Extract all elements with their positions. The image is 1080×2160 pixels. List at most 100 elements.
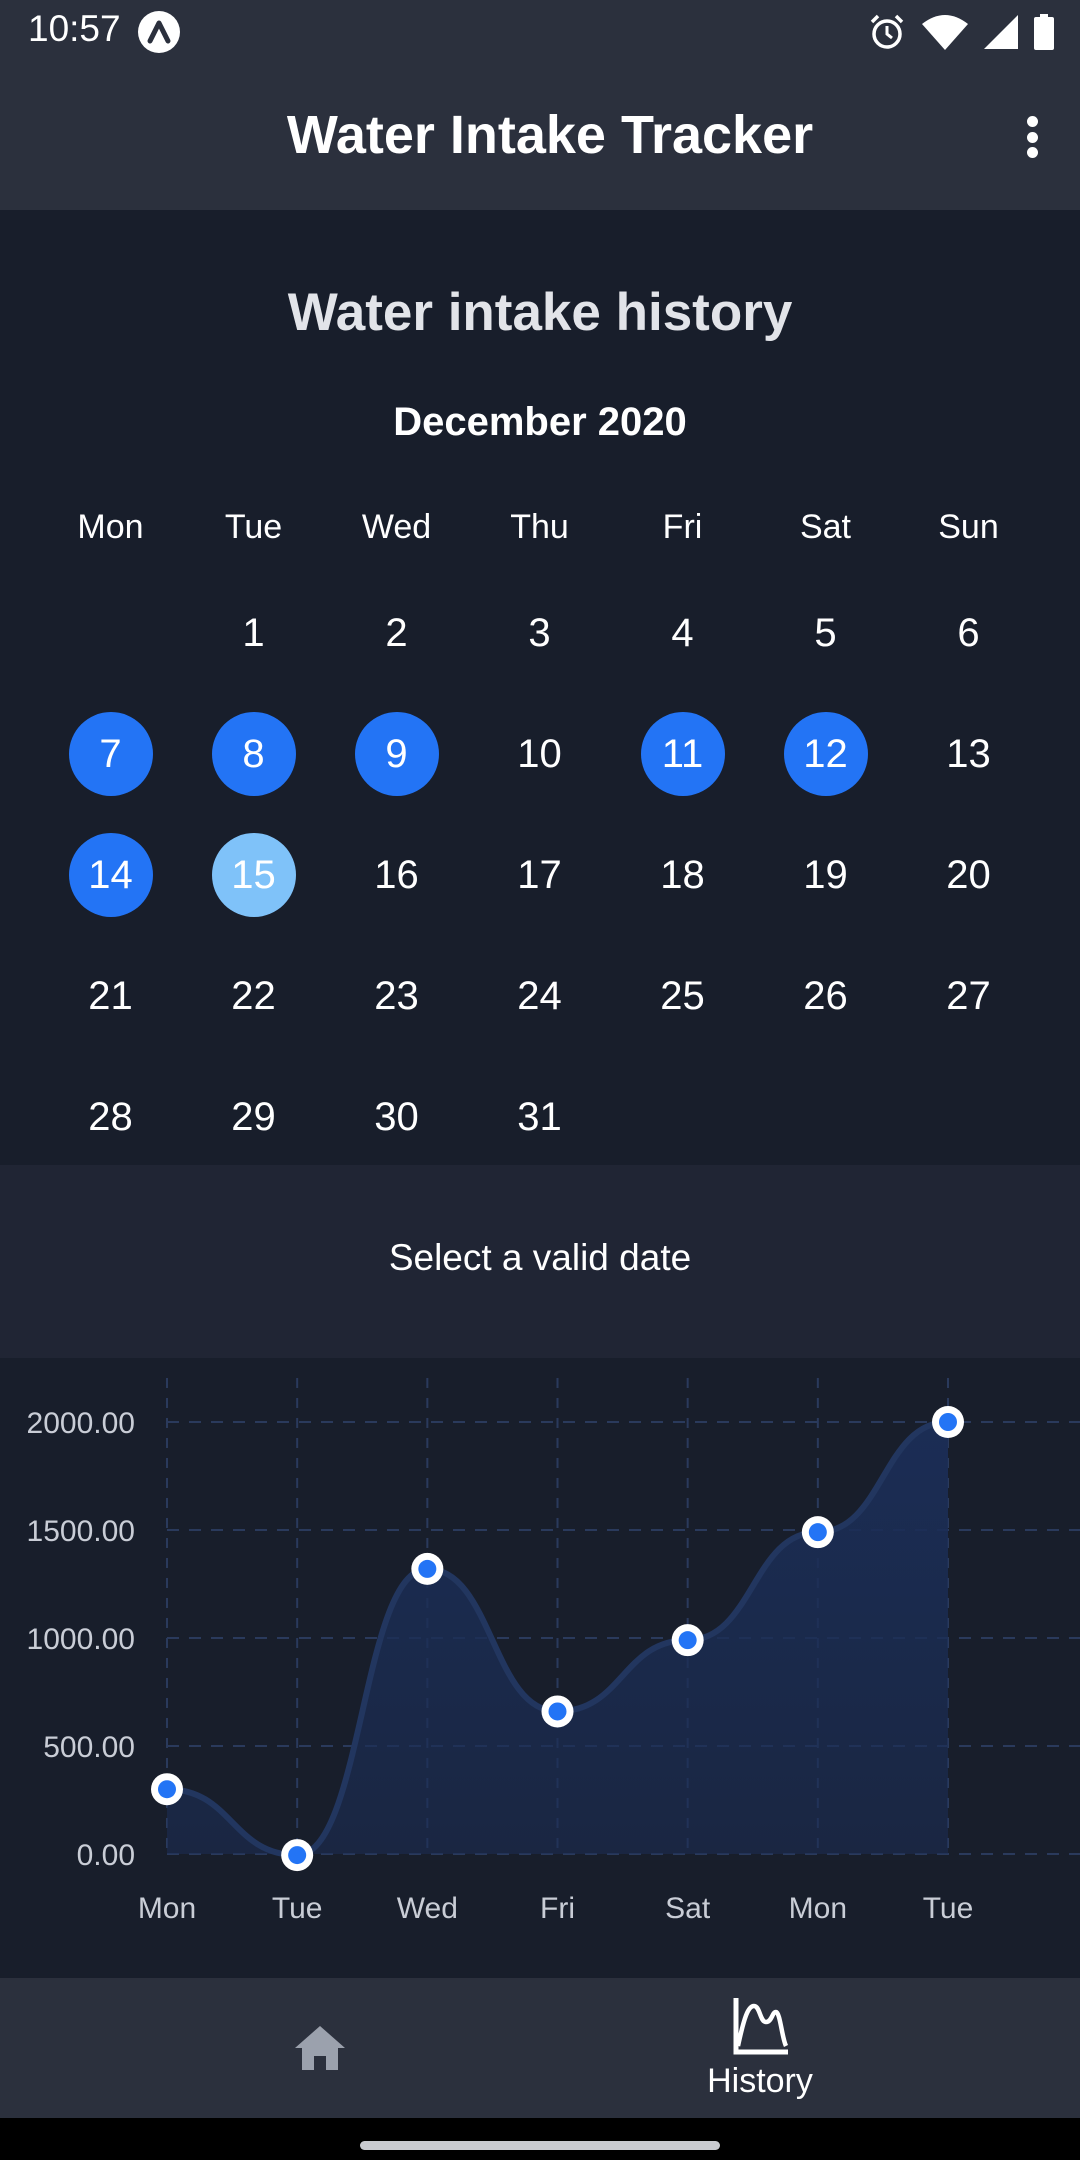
more-vert-icon[interactable]	[1014, 112, 1050, 162]
status-icons	[868, 12, 1054, 52]
calendar-day-number: 23	[374, 973, 419, 1018]
calendar-day[interactable]: 23	[325, 954, 468, 1038]
chart-x-tick-label: Sat	[665, 1892, 711, 1925]
calendar-day-number: 28	[88, 1094, 133, 1139]
calendar-day[interactable]: 27	[897, 954, 1040, 1038]
calendar-day[interactable]: 14	[39, 833, 182, 917]
calendar-day[interactable]: 10	[468, 712, 611, 796]
calendar-day[interactable]: 6	[897, 591, 1040, 675]
weekday-label: Tue	[224, 508, 283, 546]
chart-point	[808, 1523, 827, 1542]
weekday-label: Sat	[799, 508, 852, 546]
chart-point	[418, 1559, 437, 1578]
nav-home-button[interactable]	[270, 1978, 370, 2118]
calendar-day[interactable]: 17	[468, 833, 611, 917]
chart-x-tick-label: Mon	[138, 1892, 196, 1925]
nav-history-button[interactable]: History	[660, 1978, 860, 2118]
calendar-day-number: 4	[671, 610, 694, 655]
calendar-day[interactable]: 8	[182, 712, 325, 796]
weekday-label: Wed	[361, 508, 432, 546]
calendar-day[interactable]: 5	[754, 591, 897, 675]
calendar-day[interactable]: 22	[182, 954, 325, 1038]
calendar-day[interactable]: 24	[468, 954, 611, 1038]
calendar-day[interactable]: 28	[39, 1075, 182, 1159]
calendar-day[interactable]: 16	[325, 833, 468, 917]
calendar-day[interactable]: 11	[611, 712, 754, 796]
calendar-day-number: 29	[231, 1094, 276, 1139]
history-heading: Water intake history	[287, 283, 793, 342]
calendar-empty-cell	[39, 591, 182, 675]
calendar-day[interactable]: 12	[754, 712, 897, 796]
calendar-day[interactable]: 4	[611, 591, 754, 675]
calendar-day-number: 25	[660, 973, 705, 1018]
calendar-day-number: 10	[517, 731, 562, 776]
chart-y-tick-label: 2000.00	[27, 1407, 135, 1440]
calendar-day[interactable]: 19	[754, 833, 897, 917]
calendar-day-number: 13	[946, 731, 991, 776]
calendar-day-number: 16	[374, 852, 419, 897]
calendar-day-number: 31	[517, 1094, 562, 1139]
chart-y-tick-label: 1500.00	[27, 1515, 135, 1548]
chart-point	[939, 1413, 957, 1431]
calendar-day-number: 20	[946, 852, 991, 897]
calendar-day-number: 1	[242, 610, 265, 655]
calendar-day[interactable]: 1	[182, 591, 325, 675]
chart-y-tick-label: 0.00	[77, 1839, 135, 1872]
calendar-day[interactable]: 20	[897, 833, 1040, 917]
chart-point	[548, 1702, 567, 1721]
calendar-day[interactable]: 2	[325, 591, 468, 675]
bottom-nav: History	[0, 1978, 1080, 2118]
battery-icon	[1034, 14, 1054, 50]
calendar-day-number: 26	[803, 973, 848, 1018]
alarm-icon	[870, 14, 904, 49]
intake-chart: 0.00 500.00 1000.00 1500.00 2000.00 Mon Tue Wed…	[0, 1358, 1080, 1978]
weekday-label: Thu	[510, 508, 569, 546]
system-nav-bar	[0, 2118, 1080, 2160]
message-band: Select a valid date	[0, 1165, 1080, 1358]
chart-y-tick-label: 500.00	[43, 1731, 135, 1764]
home-icon	[295, 2026, 345, 2070]
home-gesture-handle[interactable]	[360, 2141, 720, 2150]
chart-icon	[733, 1998, 789, 2055]
chart-point	[288, 1846, 307, 1865]
chart-x-tick-label: Wed	[397, 1892, 458, 1925]
calendar-day-number: 22	[231, 973, 276, 1018]
calendar-day[interactable]: 7	[39, 712, 182, 796]
wifi-icon	[922, 15, 968, 50]
calendar-day-number: 19	[803, 852, 848, 897]
calendar-day[interactable]: 3	[468, 591, 611, 675]
nav-history-label: History	[707, 2062, 813, 2100]
weekday-label: Sun	[938, 508, 999, 546]
chart-y-tick-label: 1000.00	[27, 1623, 135, 1656]
weekday-label: Fri	[662, 508, 703, 546]
status-bar: 10:57	[0, 0, 1080, 62]
calendar-day-number: 30	[374, 1094, 419, 1139]
calendar-day-number: 6	[957, 610, 980, 655]
calendar-day[interactable]: 9	[325, 712, 468, 796]
app-title: Water Intake Tracker	[286, 105, 814, 165]
calendar-day-number: 3	[528, 610, 551, 655]
calendar-day[interactable]: 18	[611, 833, 754, 917]
calendar-day-number: 18	[660, 852, 705, 897]
calendar-day[interactable]: 31	[468, 1075, 611, 1159]
calendar-day[interactable]: 15	[182, 833, 325, 917]
calendar-day-number: 17	[517, 852, 562, 897]
calendar-day-number: 27	[946, 973, 991, 1018]
calendar-day[interactable]: 26	[754, 954, 897, 1038]
chart-x-tick-label: Fri	[540, 1892, 575, 1925]
calendar-day-number: 11	[640, 712, 725, 796]
calendar-day-number: 21	[88, 973, 133, 1018]
calendar-day[interactable]: 30	[325, 1075, 468, 1159]
calendar-day[interactable]: 25	[611, 954, 754, 1038]
calendar-day-number: 9	[354, 712, 439, 796]
calendar-day-number: 5	[814, 610, 837, 655]
app-notification-icon	[138, 11, 180, 53]
calendar-day[interactable]: 21	[39, 954, 182, 1038]
calendar-day[interactable]: 13	[897, 712, 1040, 796]
weekday-label: Mon	[77, 508, 144, 546]
calendar-day-number: 24	[517, 973, 562, 1018]
calendar-day[interactable]: 29	[182, 1075, 325, 1159]
calendar-grid: 1 2 3 4 5 6 7 8 9 10 11 12 13 14 15 16 17 18 19 20 21 22 23 24 2…	[39, 591, 1040, 1196]
status-time: 10:57	[28, 8, 121, 49]
chart-x-tick-label: Tue	[272, 1892, 323, 1925]
